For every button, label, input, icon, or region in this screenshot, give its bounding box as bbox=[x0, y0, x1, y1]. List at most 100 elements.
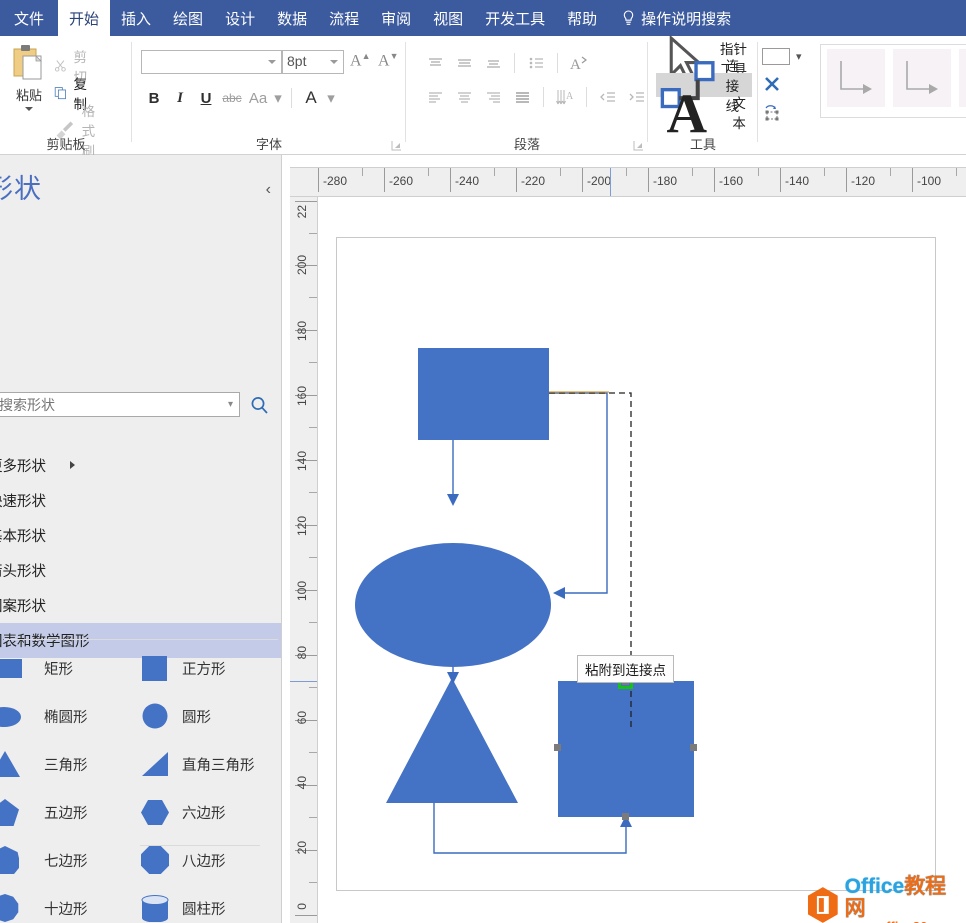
bold-button[interactable]: B bbox=[142, 86, 166, 110]
align-middle-button[interactable] bbox=[451, 50, 477, 75]
paste-button[interactable]: 粘贴 bbox=[6, 42, 52, 111]
text-direction-button[interactable]: A bbox=[566, 50, 592, 75]
shape-right-triangle[interactable]: 直角三角形 bbox=[138, 740, 270, 788]
sidebar-item-pattern-shapes[interactable]: 图案形状 bbox=[0, 588, 282, 623]
vertical-ruler[interactable]: 22 200 180 160 140 120 100 80 60 40 20 0 bbox=[290, 197, 318, 923]
grow-font-button[interactable]: A▲ bbox=[350, 51, 370, 70]
shape-decagon[interactable]: 十边形 bbox=[0, 884, 132, 923]
shape-label: 正方形 bbox=[182, 658, 226, 679]
tab-data[interactable]: 数据 bbox=[266, 0, 318, 36]
collapse-pane-button[interactable]: ‹ bbox=[266, 181, 271, 199]
selection-handle[interactable] bbox=[554, 744, 561, 751]
justify-button[interactable] bbox=[509, 84, 535, 109]
font-size-input[interactable]: 8pt bbox=[282, 50, 344, 74]
font-dialog-launcher[interactable] bbox=[391, 140, 402, 151]
sidebar-item-quick-shapes[interactable]: 快速形状 bbox=[0, 483, 282, 518]
paragraph-row-1: A bbox=[422, 50, 592, 75]
shape-label: 直角三角形 bbox=[182, 754, 255, 775]
horizontal-ruler[interactable]: -280 -260 -240 -220 -200 -180 -160 -140 … bbox=[290, 167, 966, 197]
search-icon bbox=[249, 395, 270, 416]
strikethrough-button[interactable]: abc bbox=[220, 86, 244, 110]
shape-cylinder[interactable]: 圆柱形 bbox=[138, 884, 270, 923]
font-color-caret[interactable]: ▾ bbox=[325, 86, 337, 110]
no-fill-button[interactable] bbox=[762, 70, 818, 98]
line-spacing-button[interactable]: A bbox=[552, 84, 578, 109]
paragraph-dialog-launcher[interactable] bbox=[633, 140, 644, 151]
paste-icon bbox=[9, 42, 49, 84]
ruler-label: 80 bbox=[295, 646, 309, 659]
shape-ellipse[interactable]: 椭圆形 bbox=[0, 692, 132, 740]
align-top-button[interactable] bbox=[422, 50, 448, 75]
drawing-page[interactable]: 粘附到连接点 bbox=[336, 237, 936, 891]
category-label: 快速形状 bbox=[0, 490, 46, 511]
underline-button[interactable]: U bbox=[194, 86, 218, 110]
shape-square[interactable]: 正方形 bbox=[138, 644, 270, 692]
sidebar-item-basic-shapes[interactable]: 基本形状 bbox=[0, 518, 282, 553]
tab-developer[interactable]: 开发工具 bbox=[474, 0, 556, 36]
shape-circle[interactable]: 圆形 bbox=[138, 692, 270, 740]
shape-label: 五边形 bbox=[44, 802, 88, 823]
shape-heptagon[interactable]: 七边形 bbox=[0, 836, 132, 884]
bullets-button[interactable] bbox=[523, 50, 549, 75]
search-input[interactable] bbox=[0, 397, 228, 413]
chevron-down-icon[interactable]: ▾ bbox=[228, 399, 239, 410]
shape-rectangle[interactable]: 矩形 bbox=[0, 644, 132, 692]
watermark: Office教程网 www.office26.com bbox=[806, 876, 966, 923]
change-case-caret[interactable]: ▾ bbox=[272, 86, 284, 110]
shape-triangle-node bbox=[386, 678, 518, 803]
tab-process[interactable]: 流程 bbox=[318, 0, 370, 36]
connector-style-gallery[interactable] bbox=[820, 44, 966, 118]
change-case-button[interactable]: Aa bbox=[246, 86, 270, 110]
square-shape-icon bbox=[138, 653, 172, 683]
font-color-button[interactable]: A bbox=[299, 86, 323, 110]
align-left-button[interactable] bbox=[422, 84, 448, 109]
tab-view[interactable]: 视图 bbox=[422, 0, 474, 36]
svg-text:A: A bbox=[566, 91, 574, 102]
shape-pentagon[interactable]: 五边形 bbox=[0, 788, 132, 836]
tab-design[interactable]: 设计 bbox=[214, 0, 266, 36]
ribbon-group-paragraph: A A 段落 bbox=[406, 36, 648, 155]
italic-button[interactable]: I bbox=[168, 86, 192, 110]
tab-draw[interactable]: 绘图 bbox=[162, 0, 214, 36]
align-center-button[interactable] bbox=[451, 84, 477, 109]
right-triangle-shape-icon bbox=[138, 749, 172, 779]
fill-color-button[interactable]: ▾ bbox=[762, 42, 818, 70]
chevron-down-icon[interactable] bbox=[330, 60, 338, 64]
align-right-button[interactable] bbox=[480, 84, 506, 109]
connector-style-item[interactable] bbox=[827, 49, 885, 107]
tab-review[interactable]: 审阅 bbox=[370, 0, 422, 36]
drawing-canvas[interactable]: 粘附到连接点 bbox=[318, 197, 966, 923]
decrease-indent-button[interactable] bbox=[595, 84, 621, 109]
shape-label: 六边形 bbox=[182, 802, 226, 823]
tab-insert[interactable]: 插入 bbox=[110, 0, 162, 36]
ruler-label: -280 bbox=[323, 174, 347, 188]
tools-group-label: 工具 bbox=[648, 134, 758, 153]
paste-dropdown-caret[interactable] bbox=[25, 107, 33, 111]
tab-file[interactable]: 文件 bbox=[0, 0, 58, 36]
selection-handle[interactable] bbox=[690, 744, 697, 751]
font-name-input[interactable] bbox=[141, 50, 282, 74]
sidebar-item-more-shapes[interactable]: 更多形状 bbox=[0, 448, 282, 483]
chevron-down-icon[interactable] bbox=[268, 60, 276, 64]
tab-help[interactable]: 帮助 bbox=[556, 0, 608, 36]
shrink-font-button[interactable]: A▼ bbox=[378, 51, 398, 70]
connector-style-item[interactable] bbox=[959, 49, 966, 107]
position-button[interactable] bbox=[762, 98, 818, 126]
search-shapes-field[interactable]: ▾ bbox=[0, 392, 240, 417]
fill-swatch bbox=[762, 48, 790, 65]
shape-octagon[interactable]: 八边形 bbox=[138, 836, 270, 884]
ribbon-group-tools: 指针工具 连接线 A 文本 工具 bbox=[648, 36, 758, 155]
connector-style-item[interactable] bbox=[893, 49, 951, 107]
selection-handle[interactable] bbox=[622, 813, 629, 820]
tell-me-search[interactable]: 操作说明搜索 bbox=[608, 0, 741, 36]
text-tool-button[interactable]: A 文本 bbox=[656, 100, 752, 124]
shape-label: 椭圆形 bbox=[44, 706, 88, 727]
align-bottom-button[interactable] bbox=[480, 50, 506, 75]
sidebar-item-arrow-shapes[interactable]: 箭头形状 bbox=[0, 553, 282, 588]
search-button[interactable] bbox=[246, 392, 272, 418]
ribbon-group-font: 8pt A▲ A▼ B I U abc Aa ▾ A ▾ 字体 bbox=[132, 36, 406, 155]
chevron-down-icon[interactable]: ▾ bbox=[796, 50, 802, 63]
shape-triangle[interactable]: 三角形 bbox=[0, 740, 132, 788]
shape-hexagon[interactable]: 六边形 bbox=[138, 788, 270, 836]
tab-home[interactable]: 开始 bbox=[58, 0, 110, 36]
